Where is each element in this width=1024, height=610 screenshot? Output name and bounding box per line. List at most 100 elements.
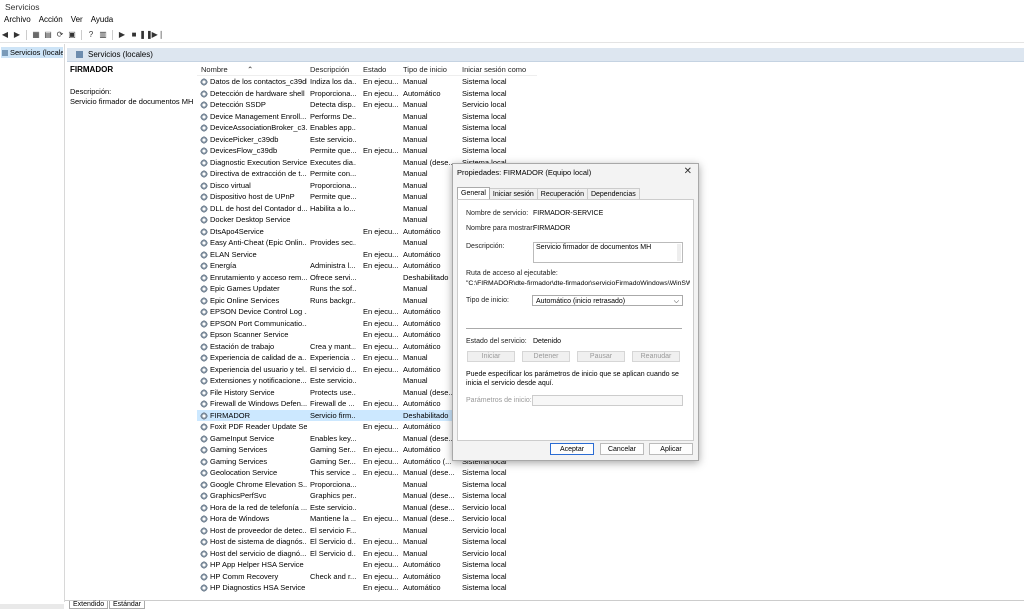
gear-icon — [200, 538, 208, 546]
service-logon: Servicio local — [462, 100, 507, 109]
service-startup-type: Manual (dese... — [403, 502, 455, 512]
services-icon — [2, 50, 8, 57]
start-button[interactable]: Iniciar — [467, 351, 515, 362]
tree-item-servicios-locales[interactable]: Servicios (locales) — [1, 47, 63, 58]
service-description: Detecta disp... — [310, 100, 356, 109]
table-row[interactable]: Host de sistema de diagnós... El Servicio… — [197, 536, 537, 548]
gear-icon — [200, 308, 208, 316]
apply-button[interactable]: Aplicar — [649, 443, 693, 455]
service-name: Gaming Services — [210, 456, 268, 466]
table-row[interactable]: GraphicsPerfSvc Graphics per... Manual (de… — [197, 490, 537, 502]
gear-icon — [200, 193, 208, 201]
ok-button[interactable]: Aceptar — [550, 443, 594, 455]
help-icon[interactable]: ? — [86, 30, 96, 40]
service-state: En ejecu... — [363, 422, 399, 431]
menu-ver[interactable]: Ver — [67, 14, 87, 26]
table-row[interactable]: HP Comm Recovery Check and r... En ejecu..… — [197, 571, 537, 583]
tab-iniciar-sesion[interactable]: Iniciar sesión — [488, 188, 538, 199]
stop-button[interactable]: Detener — [522, 351, 570, 362]
cancel-button[interactable]: Cancelar — [600, 443, 644, 455]
export-list-icon[interactable]: ▣ — [67, 30, 77, 40]
menu-archivo[interactable]: Archivo — [0, 14, 35, 26]
table-row[interactable]: Host de proveedor de detec... El servicio… — [197, 525, 537, 537]
gear-icon — [200, 469, 208, 477]
pause-button[interactable]: Pausar — [577, 351, 625, 362]
table-row[interactable]: Google Chrome Elevation S... Proporciona.… — [197, 479, 537, 491]
pause-icon[interactable]: ❚❚ — [139, 30, 152, 40]
play-icon[interactable]: ▶ — [117, 30, 127, 40]
table-row[interactable]: DevicesFlow_c39db Permite que... En ejecu.… — [197, 145, 537, 157]
column-header-name[interactable]: Nombre — [201, 65, 228, 74]
selected-service-name: FIRMADOR — [70, 65, 114, 74]
table-row[interactable]: Host del servicio de diagnó... El Servici… — [197, 548, 537, 560]
table-row[interactable]: Detección SSDP Detecta disp... En ejecu...… — [197, 99, 537, 111]
console-tree-icon[interactable]: ▦ — [31, 30, 41, 40]
service-startup-type: Deshabilitado — [403, 272, 449, 282]
service-description: Gaming Ser... — [310, 456, 356, 466]
service-description: Este servicio... — [310, 376, 356, 385]
service-description: Este servicio... — [310, 502, 356, 512]
service-description: El servicio F... — [310, 525, 356, 535]
gear-icon — [200, 227, 208, 236]
menu-ayuda[interactable]: Ayuda — [87, 14, 118, 26]
table-row[interactable]: Hora de la red de telefonía ... Este serv… — [197, 502, 537, 514]
table-row[interactable]: Hora de Windows Mantiene la ... En ejecu..… — [197, 513, 537, 525]
service-name: Dispositivo host de UPnP — [210, 192, 295, 201]
table-row[interactable]: HP App Helper HSA Service En ejecu... Auto… — [197, 559, 537, 571]
service-startup-type: Automático — [403, 583, 441, 592]
service-name: DLL de host del Contador d... — [210, 203, 307, 213]
service-startup-type: Manual — [403, 238, 428, 247]
table-row[interactable]: Geolocation Service This service ... En ej… — [197, 467, 537, 479]
service-name: EPSON Port Communicatio... — [210, 318, 307, 328]
chevron-down-icon: ⌵ — [673, 298, 679, 305]
forward-arrow-icon[interactable]: ▶ — [12, 30, 22, 40]
stop-icon[interactable]: ■ — [129, 30, 139, 40]
sort-up-icon: ⌃ — [247, 65, 254, 74]
service-state: En ejecu... — [363, 100, 399, 109]
close-icon[interactable]: ✕ — [684, 166, 692, 177]
toolbar-separator — [81, 29, 82, 40]
table-row[interactable]: Detección de hardware shell Proporciona..… — [197, 88, 537, 100]
tab-recuperacion[interactable]: Recuperación — [536, 188, 588, 199]
tab-estandar[interactable]: Estándar — [109, 601, 146, 609]
gear-icon — [200, 319, 208, 328]
service-startup-type: Manual — [403, 203, 428, 213]
properties-icon[interactable]: ▤ — [43, 30, 53, 40]
table-row[interactable]: DevicePicker_c39db Este servicio... Manual… — [197, 134, 537, 146]
service-name: Device Management Enroll... — [210, 111, 307, 121]
tab-dependencias[interactable]: Dependencias — [586, 188, 640, 199]
service-description: Permite que... — [310, 146, 356, 155]
gear-icon — [200, 446, 208, 454]
mmc-icon[interactable]: ▥ — [98, 30, 108, 40]
back-arrow-icon[interactable]: ◀ — [0, 30, 10, 40]
tab-extendido[interactable]: Extendido — [69, 601, 109, 609]
refresh-icon[interactable]: ⟳ — [55, 30, 65, 40]
service-name: EPSON Device Control Log ... — [210, 307, 307, 316]
restart-icon[interactable]: ▶❘ — [152, 30, 165, 40]
column-header-description[interactable]: Descripción — [310, 65, 349, 74]
resume-button[interactable]: Reanudar — [632, 351, 680, 362]
start-parameters-input[interactable] — [532, 395, 683, 406]
service-startup-type: Manual — [403, 192, 428, 201]
table-row[interactable]: DeviceAssociationBroker_c3... Enables app… — [197, 122, 537, 134]
column-header-state[interactable]: Estado — [363, 65, 386, 74]
service-description: Ofrece servi... — [310, 272, 356, 282]
description-textarea[interactable]: Servicio firmador de documentos MH — [533, 242, 683, 263]
service-name-value: FIRMADOR-SERVICE — [533, 210, 604, 217]
service-logon: Sistema local — [462, 491, 507, 500]
gear-icon — [200, 331, 208, 339]
menu-bar: Archivo Acción Ver Ayuda — [0, 14, 1024, 26]
service-description: Proporciona... — [310, 180, 356, 190]
column-header-logon[interactable]: Iniciar sesión como — [462, 65, 526, 74]
table-row[interactable]: Device Management Enroll... Performs De..… — [197, 111, 537, 123]
tree-horizontal-scrollbar[interactable] — [0, 604, 64, 609]
table-row[interactable]: HP Diagnostics HSA Service En ejecu... Aut… — [197, 582, 537, 594]
startup-type-select[interactable]: Automático (inicio retrasado) ⌵ — [532, 295, 683, 306]
gear-icon — [200, 181, 208, 190]
service-state: En ejecu... — [363, 261, 399, 270]
table-row[interactable]: Datos de los contactos_c39db Indiza los d… — [197, 76, 537, 88]
column-header-startup-type[interactable]: Tipo de inicio — [403, 65, 447, 74]
service-logon: Sistema local — [462, 571, 507, 581]
menu-accion[interactable]: Acción — [35, 14, 67, 26]
description-scrollbar[interactable] — [677, 244, 681, 261]
